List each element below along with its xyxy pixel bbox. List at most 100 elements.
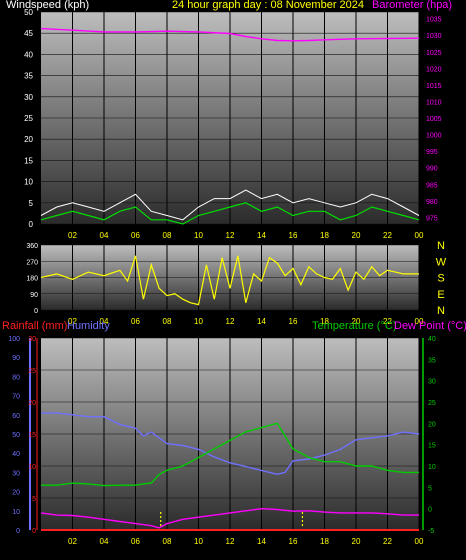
humidity-y-tick: 90 (12, 355, 20, 362)
windspeed-y-tick: 15 (24, 156, 33, 165)
temperature-y-tick: 15 (428, 443, 436, 450)
temp-panel-x-tick: 04 (100, 537, 109, 546)
temperature-y-tick: 20 (428, 421, 436, 428)
direction-y-tick: 0 (34, 308, 38, 315)
compass-letter: S (437, 273, 444, 285)
direction-panel-x-tick: 16 (289, 317, 298, 326)
temperature-y-tick: 40 (428, 336, 436, 343)
wind-panel-x-tick: 18 (320, 231, 329, 240)
rainfall-y-tick: 20 (28, 400, 36, 407)
wind-panel-x-tick: 20 (352, 231, 361, 240)
temperature-y-tick: 30 (428, 379, 436, 386)
barometer-y-tick: 1005 (426, 116, 442, 123)
wind-panel-x-tick: 14 (257, 231, 266, 240)
barometer-y-tick: 1030 (426, 33, 442, 40)
temp-panel-x-tick: 22 (383, 537, 392, 546)
barometer-y-tick: 1025 (426, 50, 442, 57)
windspeed-y-tick: 0 (29, 220, 34, 229)
temperature-y-tick: 10 (428, 464, 436, 471)
temp-panel-x-tick: 08 (163, 537, 172, 546)
temp-panel-x-tick: 10 (194, 537, 203, 546)
graph-title: 24 hour graph day : 08 November 2024 (172, 0, 365, 11)
direction-panel-x-tick: 12 (226, 317, 235, 326)
barometer-y-tick: 995 (426, 149, 438, 156)
temperature-y-tick: 35 (428, 357, 436, 364)
wind-panel-x-tick: 04 (100, 231, 109, 240)
wind-panel-x-tick: 06 (131, 231, 140, 240)
direction-panel-x-tick: 14 (257, 317, 266, 326)
humidity-y-tick: 0 (16, 528, 20, 535)
temperature-y-tick: -5 (428, 528, 434, 535)
barometer-y-tick: 1010 (426, 99, 442, 106)
temp-panel-x-tick: 12 (226, 537, 235, 546)
rainfall-y-tick: 15 (28, 432, 36, 439)
windspeed-y-tick: 45 (24, 29, 33, 38)
humidity-y-tick: 30 (12, 470, 20, 477)
temperature-y-tick: 5 (428, 485, 432, 492)
humidity-y-tick: 80 (12, 374, 20, 381)
windspeed-y-tick: 20 (24, 135, 33, 144)
humidity-y-tick: 20 (12, 490, 20, 497)
humidity-y-tick: 40 (12, 451, 20, 458)
barometer-y-tick: 1020 (426, 66, 442, 73)
direction-panel-x-tick: 06 (131, 317, 140, 326)
rainfall-y-tick: 0 (32, 528, 36, 535)
direction-y-tick: 90 (30, 292, 38, 299)
direction-y-tick: 180 (26, 276, 38, 283)
weather-graph-svg: 0510152025303540455097598098599099510001… (8, 8, 447, 546)
rainfall-y-tick: 30 (28, 336, 36, 343)
temp-panel-x-tick: 20 (352, 537, 361, 546)
barometer-y-tick: 1035 (426, 17, 442, 24)
humidity-y-tick: 70 (12, 394, 20, 401)
compass-letter: N (437, 305, 445, 317)
barometer-y-tick: 990 (426, 166, 438, 173)
rainfall-y-tick: 5 (32, 496, 36, 503)
wind-panel-x-tick: 00 (415, 231, 424, 240)
direction-panel-x-tick: 08 (163, 317, 172, 326)
windspeed-y-tick: 10 (24, 178, 33, 187)
wind-panel-x-tick: 22 (383, 231, 392, 240)
windspeed-y-tick: 5 (29, 199, 34, 208)
humidity-y-tick: 100 (8, 336, 20, 343)
temperature-y-tick: 0 (428, 507, 432, 514)
direction-y-tick: 270 (26, 259, 38, 266)
windspeed-y-tick: 25 (24, 114, 33, 123)
temp-panel-x-tick: 18 (320, 537, 329, 546)
temp-panel-x-tick: 00 (415, 537, 424, 546)
wind-panel-x-tick: 16 (289, 231, 298, 240)
dewpoint-label: Dew Point (°C) (394, 320, 466, 332)
barometer-y-tick: 975 (426, 215, 438, 222)
humidity-y-tick: 50 (12, 432, 20, 439)
windspeed-y-tick: 40 (24, 50, 33, 59)
windspeed-y-tick: 30 (24, 93, 33, 102)
wind-panel-x-tick: 12 (226, 231, 235, 240)
humidity-y-tick: 10 (12, 509, 20, 516)
humidity-label: Humidity (67, 320, 110, 332)
rainfall-y-tick: 10 (28, 464, 36, 471)
barometer-y-tick: 1015 (426, 83, 442, 90)
barometer-y-tick: 1000 (426, 133, 442, 140)
rainfall-y-tick: 25 (28, 368, 36, 375)
temperature-y-tick: 25 (428, 400, 436, 407)
compass-letter: E (437, 289, 444, 301)
compass-letter: N (437, 240, 445, 252)
humidity-y-tick: 60 (12, 413, 20, 420)
direction-y-tick: 360 (26, 243, 38, 250)
windspeed-y-tick: 35 (24, 72, 33, 81)
wind-panel-x-tick: 02 (68, 231, 77, 240)
temperature-label: Temperature (°C) (312, 320, 397, 332)
wind-panel-x-tick: 10 (194, 231, 203, 240)
temp-panel-x-tick: 06 (131, 537, 140, 546)
windspeed-label: Windspeed (kph) (6, 0, 90, 11)
weather-graph: 0 5 10 15 20 25 30 35 40 45 50 975 980 985 990 995 1000 1… (0, 0, 466, 555)
barometer-y-tick: 985 (426, 182, 438, 189)
temp-panel-x-tick: 14 (257, 537, 266, 546)
barometer-label: Barometer (hpa) (372, 0, 453, 11)
temp-panel-x-tick: 16 (289, 537, 298, 546)
direction-panel-x-tick: 10 (194, 317, 203, 326)
temp-panel-x-tick: 02 (68, 537, 77, 546)
compass-letter: W (436, 256, 447, 268)
wind-panel-x-tick: 08 (163, 231, 172, 240)
barometer-y-tick: 980 (426, 199, 438, 206)
rainfall-label: Rainfall (mm) (2, 320, 68, 332)
